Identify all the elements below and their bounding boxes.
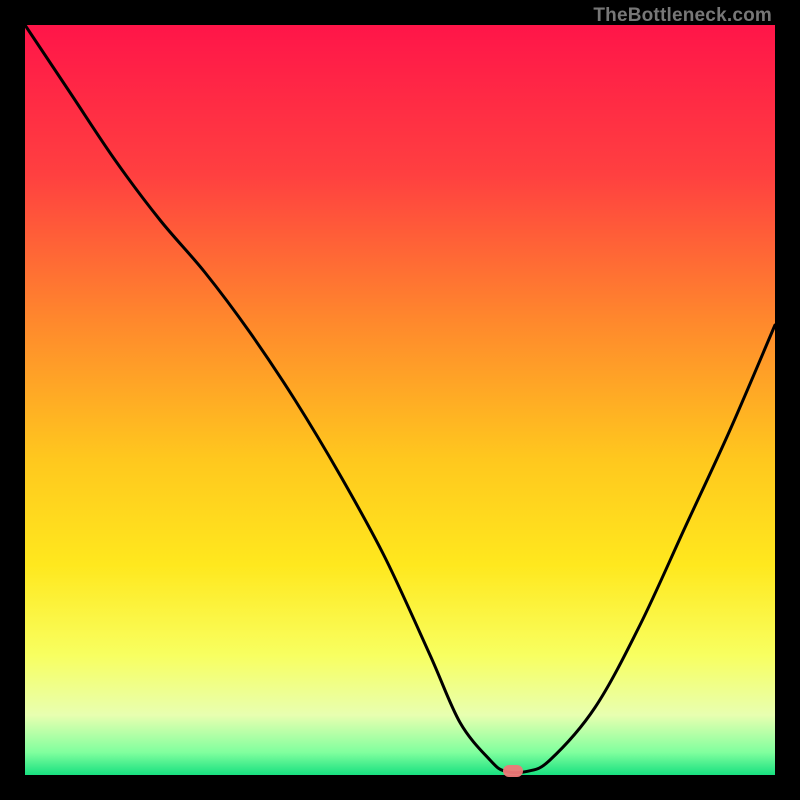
bottleneck-curve: [25, 25, 775, 775]
plot-area: [25, 25, 775, 775]
watermark-text: TheBottleneck.com: [593, 5, 772, 27]
chart-frame: TheBottleneck.com: [0, 0, 800, 800]
optimal-point-marker: [503, 765, 523, 777]
